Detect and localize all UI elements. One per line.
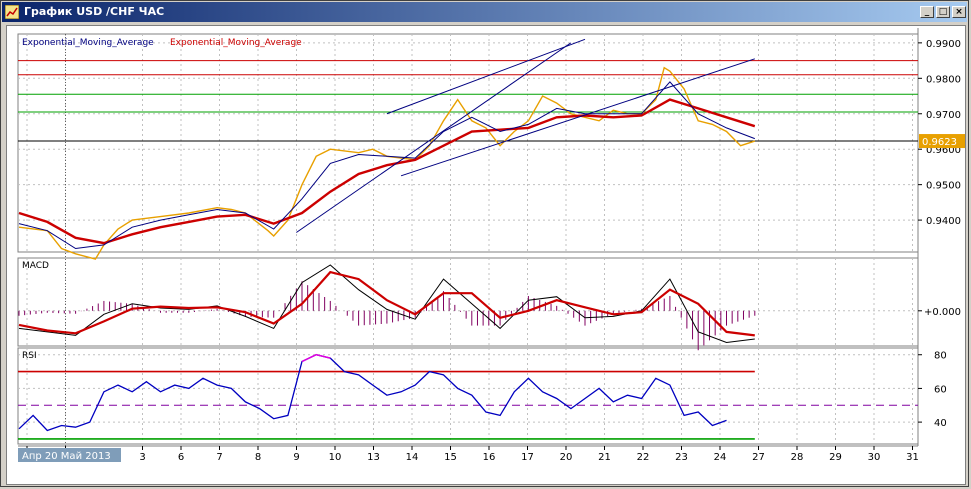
x-tick-label-10: 15 [444,452,457,463]
x-tick-label-16: 23 [675,452,688,463]
panel-frame-2 [17,257,919,347]
y-tick-label-price-1: 0.9800 [926,74,961,85]
chart-app-icon [5,5,19,19]
macd-title: MACD [22,261,49,271]
panel-frame-1 [17,33,919,253]
y-tick-label-rsi-0: 80 [934,351,947,362]
x-tick-label-13: 20 [560,452,573,463]
x-tick-label-18: 27 [752,452,765,463]
panel-frame-3 [17,347,919,445]
chart-area[interactable]: 3013678910131415161720212223242728293031… [6,25,966,485]
last-price-label: 0.9623 [922,137,957,148]
x-tick-label-21: 30 [868,452,881,463]
y-tick-label-price-4: 0.9500 [926,181,961,192]
x-tick-label-12: 17 [521,452,534,463]
x-tick-label-5: 8 [255,452,261,463]
x-tick-label-11: 16 [483,452,496,463]
x-tick-label-7: 10 [329,452,342,463]
chart-window: График USD /CHF ЧАС _ □ × 30136789101314… [0,0,969,487]
x-tick-label-14: 21 [598,452,611,463]
rsi-title: RSI [22,351,37,361]
x-tick-label-9: 14 [406,452,419,463]
close-button[interactable]: × [952,6,966,18]
x-tick-label-2: 3 [139,452,145,463]
x-tick-label-17: 24 [714,452,727,463]
x-tick-label-15: 22 [637,452,650,463]
x-tick-label-6: 9 [293,452,299,463]
cursor-date-label: Апр 20 Май 2013 [22,451,111,462]
y-tick-label-price-5: 0.9400 [926,216,961,227]
chart-canvas[interactable]: 3013678910131415161720212223242728293031… [7,26,965,484]
maximize-button[interactable]: □ [936,6,950,18]
x-tick-label-19: 28 [791,452,804,463]
legend-ema-fast: Exponential_Moving_Average [22,38,154,48]
y-tick-label-price-2: 0.9700 [926,110,961,121]
minimize-button[interactable]: _ [920,6,934,18]
x-tick-label-22: 31 [906,452,919,463]
y-tick-label-macd: +0.000 [924,307,961,318]
window-title: График USD /CHF ЧАС [24,5,165,18]
x-tick-label-20: 29 [829,452,842,463]
x-tick-label-3: 6 [178,452,184,463]
y-tick-label-rsi-2: 40 [934,418,947,429]
x-tick-label-8: 13 [367,452,380,463]
legend-ema-slow: Exponential_Moving_Average [170,38,302,48]
y-tick-label-price-0: 0.9900 [926,39,961,50]
title-bar[interactable]: График USD /CHF ЧАС _ □ × [2,2,967,22]
y-tick-label-rsi-1: 60 [934,384,947,395]
x-tick-label-4: 7 [216,452,222,463]
